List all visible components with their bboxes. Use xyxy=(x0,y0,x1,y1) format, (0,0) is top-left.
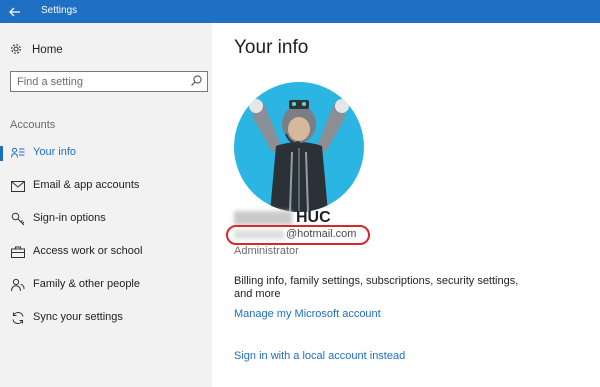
person-lines-icon xyxy=(10,145,26,161)
sidebar-item-label: Sign-in options xyxy=(33,212,106,224)
account-description: Billing info, family settings, subscript… xyxy=(234,275,519,300)
active-indicator xyxy=(0,146,3,161)
window-title: Settings xyxy=(41,5,78,16)
account-role: Administrator xyxy=(234,245,299,257)
sidebar-item-family-other-people[interactable]: Family & other people xyxy=(0,274,212,296)
key-icon xyxy=(10,211,26,227)
sidebar-item-email-app-accounts[interactable]: Email & app accounts xyxy=(0,175,212,197)
redacted-name-part xyxy=(234,211,292,225)
sync-icon xyxy=(10,310,26,326)
user-email-visible: @hotmail.com xyxy=(286,228,357,240)
people-icon xyxy=(10,277,26,293)
sidebar-item-label: Email & app accounts xyxy=(33,179,140,191)
sidebar-item-label: Family & other people xyxy=(33,278,140,290)
sidebar-item-access-work-or-school[interactable]: Access work or school xyxy=(0,241,212,263)
search-input[interactable] xyxy=(17,74,187,89)
search-icon[interactable] xyxy=(189,74,203,88)
back-button[interactable] xyxy=(0,0,30,23)
back-arrow-icon xyxy=(9,7,20,16)
avatar-figure-icon xyxy=(249,99,349,212)
title-bar: Settings xyxy=(0,0,600,23)
sidebar-item-label: Sync your settings xyxy=(33,311,123,323)
search-box[interactable] xyxy=(10,71,208,92)
sidebar-item-sign-in-options[interactable]: Sign-in options xyxy=(0,208,212,230)
redacted-email-part xyxy=(234,229,284,239)
avatar[interactable] xyxy=(234,82,364,212)
briefcase-icon xyxy=(10,244,26,260)
sidebar: Home Accounts Your info xyxy=(0,23,212,387)
home-nav-item[interactable]: Home xyxy=(10,42,63,58)
sidebar-item-label: Your info xyxy=(33,146,77,158)
sign-in-local-account-link[interactable]: Sign in with a local account instead xyxy=(234,350,405,362)
sidebar-item-sync-your-settings[interactable]: Sync your settings xyxy=(0,307,212,329)
sidebar-item-your-info[interactable]: Your info xyxy=(0,142,212,164)
manage-microsoft-account-link[interactable]: Manage my Microsoft account xyxy=(234,308,381,320)
main-panel: Your info HUC @hotmail.com Administrator… xyxy=(212,23,600,387)
sidebar-item-label: Access work or school xyxy=(33,245,143,257)
accounts-section-label: Accounts xyxy=(10,119,56,131)
user-email: @hotmail.com xyxy=(234,228,356,240)
page-title: Your info xyxy=(234,37,309,58)
gear-icon xyxy=(10,43,26,58)
home-label: Home xyxy=(32,44,63,56)
mail-icon xyxy=(10,178,26,194)
